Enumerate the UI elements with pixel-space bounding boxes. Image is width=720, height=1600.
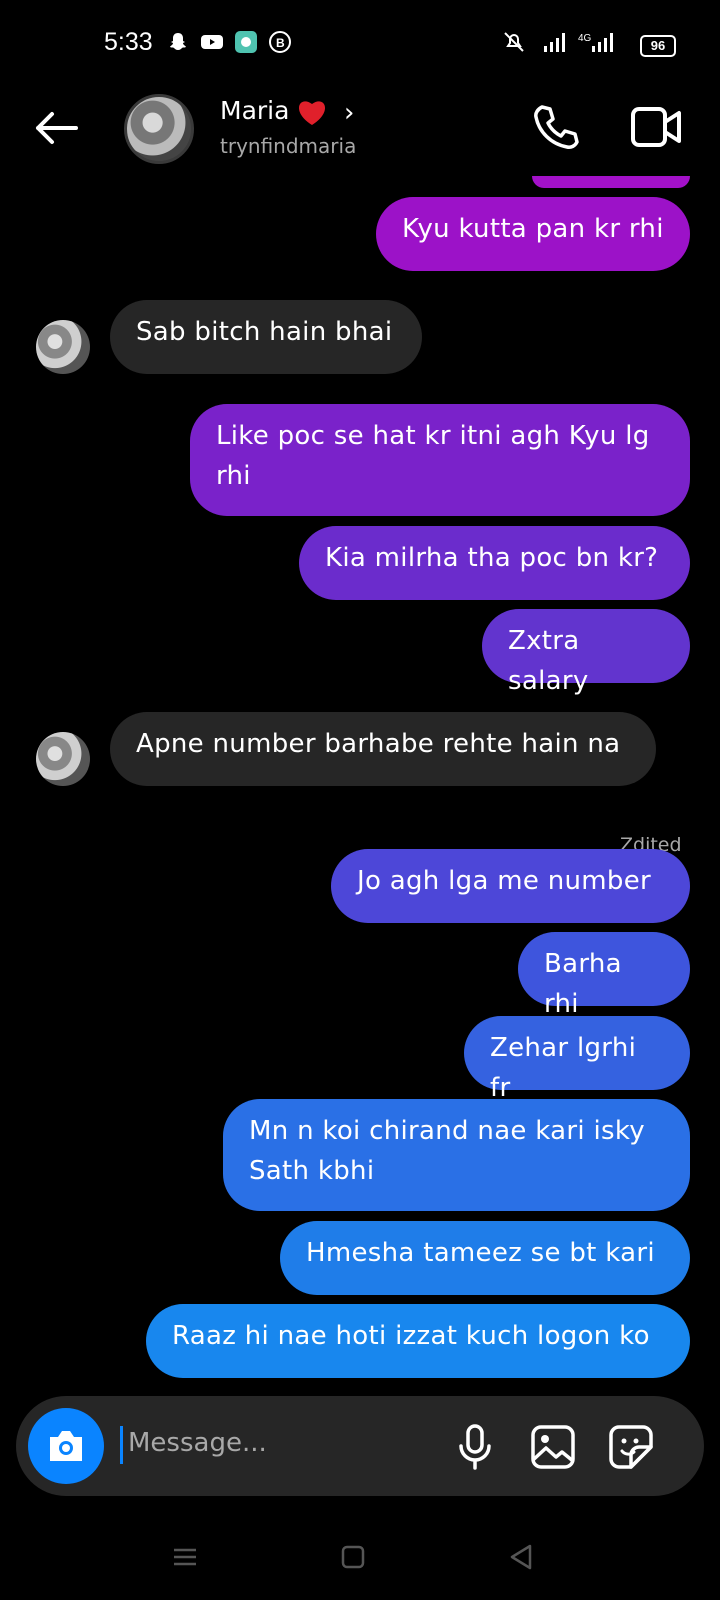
message-bubble-incoming[interactable]: Sab bitch hain bhai: [110, 300, 422, 374]
message-bubble-outgoing[interactable]: Hmesha tameez se bt kari: [280, 1221, 690, 1295]
app-icon: [235, 31, 257, 53]
video-call-icon[interactable]: [630, 104, 682, 150]
status-bar: 5:33 B 4G 96: [0, 0, 720, 88]
contact-username: trynfindmaria: [220, 134, 357, 158]
message-bubble-outgoing[interactable]: Kia milrha tha poc bn kr?: [299, 526, 690, 600]
message-composer: Message...: [16, 1396, 704, 1496]
message-bubble-outgoing[interactable]: Mn n koi chirand nae kari isky Sath kbhi: [223, 1099, 690, 1211]
signal-4g-icon: 4G: [578, 33, 613, 52]
avatar[interactable]: [124, 94, 194, 164]
menu-icon[interactable]: [170, 1542, 200, 1572]
b-icon: B: [269, 31, 291, 53]
snapchat-icon: [170, 33, 186, 50]
microphone-icon[interactable]: [450, 1422, 500, 1472]
message-bubble-outgoing[interactable]: Kyu kutta pan kr rhi: [376, 197, 690, 271]
message-bubble-incoming[interactable]: Apne number barhabe rehte hain na: [110, 712, 656, 786]
contact-name[interactable]: Maria: [220, 96, 289, 125]
gallery-icon[interactable]: [528, 1422, 578, 1472]
message-bubble-outgoing[interactable]: Raaz hi nae hoti izzat kuch logon ko: [146, 1304, 690, 1378]
back-arrow-icon[interactable]: [30, 102, 82, 154]
text-cursor: [120, 1426, 123, 1464]
home-icon[interactable]: [338, 1542, 368, 1572]
svg-text:B: B: [276, 36, 285, 50]
mute-icon: [504, 32, 524, 52]
sticker-icon[interactable]: [606, 1422, 656, 1472]
back-icon[interactable]: [506, 1542, 536, 1572]
message-bubble-outgoing[interactable]: Zxtra salary: [482, 609, 690, 696]
chevron-right-icon[interactable]: ›: [344, 98, 354, 128]
message-bubble-outgoing[interactable]: Barha rhi: [518, 932, 690, 1019]
message-input[interactable]: Message...: [128, 1428, 267, 1458]
sender-avatar[interactable]: [36, 320, 90, 374]
signal-icon: [544, 33, 565, 52]
message-bubble-outgoing[interactable]: Like poc se hat kr itni agh Kyu lg rhi: [190, 404, 690, 516]
battery-indicator: 96: [640, 35, 676, 57]
status-time: 5:33: [104, 28, 153, 56]
message-bubble-outgoing[interactable]: Zehar lgrhi fr: [464, 1016, 690, 1103]
heart-icon: [298, 101, 326, 125]
youtube-icon: [201, 35, 223, 49]
message-bubble-outgoing[interactable]: Jo agh lga me number: [331, 849, 690, 923]
camera-button[interactable]: [28, 1408, 104, 1484]
svg-text:4G: 4G: [578, 33, 592, 44]
system-nav-bar: [0, 1520, 720, 1600]
camera-icon: [50, 1431, 82, 1461]
phone-call-icon[interactable]: [532, 103, 580, 151]
message-bubble-tail: [532, 176, 690, 188]
sender-avatar[interactable]: [36, 732, 90, 786]
